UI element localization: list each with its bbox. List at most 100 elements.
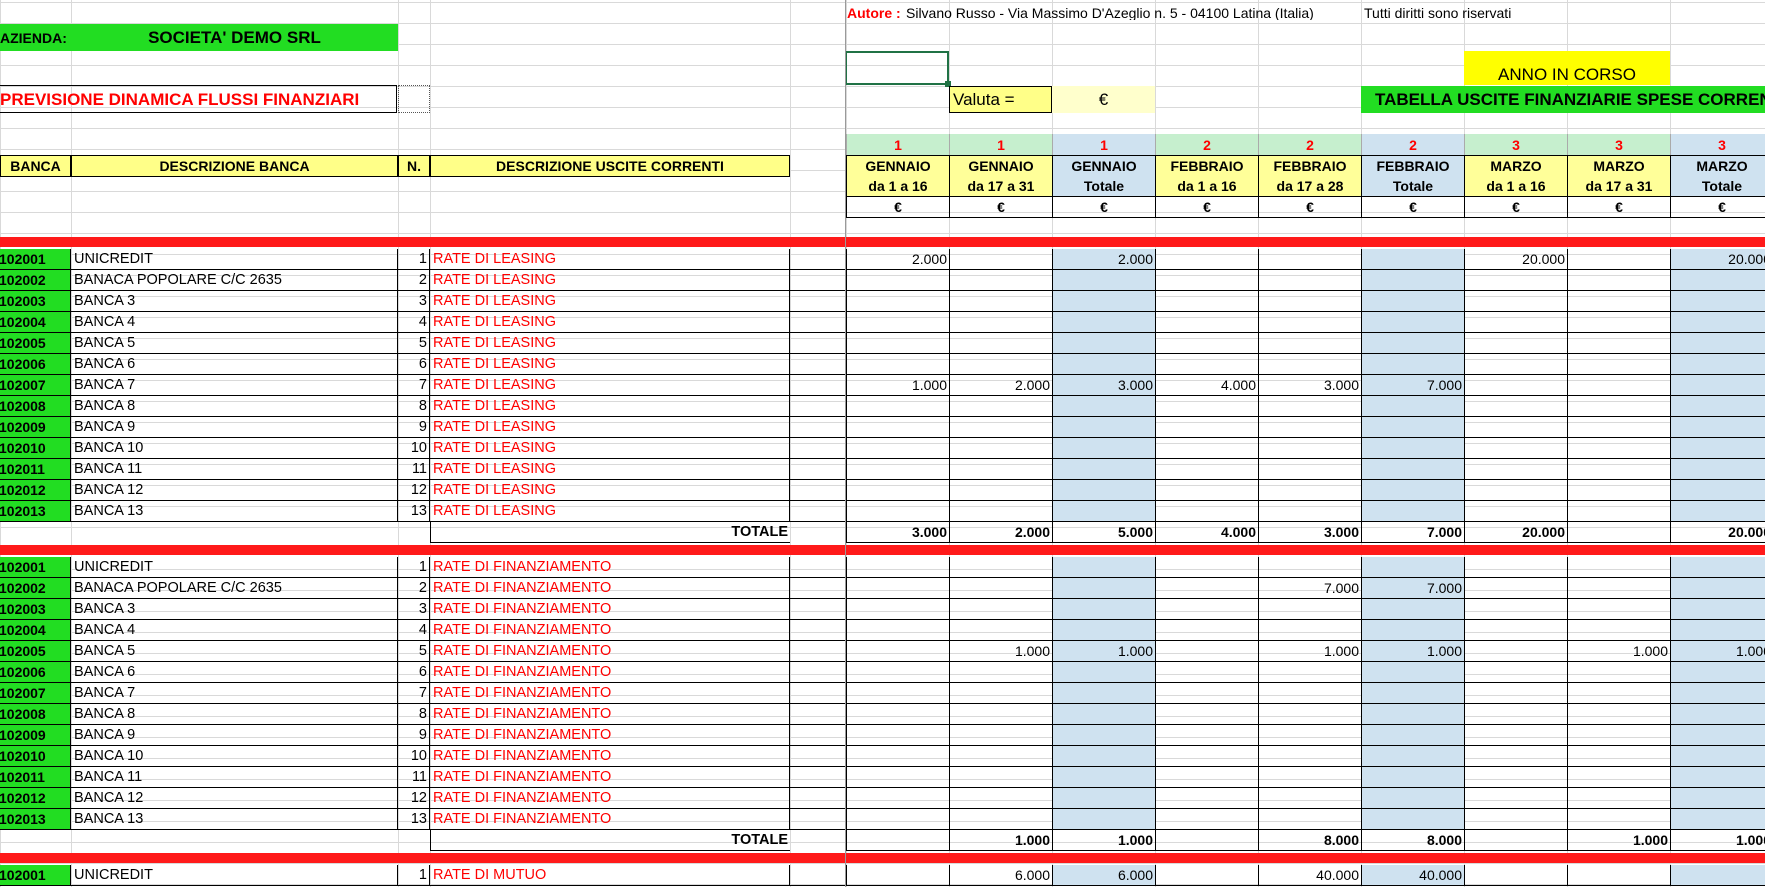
value-cell[interactable] bbox=[846, 312, 949, 333]
value-cell[interactable] bbox=[1464, 865, 1567, 886]
value-cell[interactable]: 2.000 bbox=[846, 249, 949, 270]
value-cell[interactable] bbox=[1670, 354, 1765, 375]
value-cell[interactable] bbox=[846, 396, 949, 417]
value-cell[interactable] bbox=[949, 312, 1052, 333]
value-cell[interactable] bbox=[846, 725, 949, 746]
value-cell[interactable] bbox=[1464, 312, 1567, 333]
value-cell[interactable] bbox=[846, 809, 949, 830]
value-cell[interactable]: 3.000 bbox=[1258, 375, 1361, 396]
value-cell[interactable] bbox=[1464, 480, 1567, 501]
value-cell[interactable] bbox=[1155, 620, 1258, 641]
value-cell[interactable] bbox=[1155, 746, 1258, 767]
value-cell[interactable] bbox=[1464, 767, 1567, 788]
value-cell[interactable] bbox=[1052, 501, 1155, 522]
value-cell[interactable] bbox=[1052, 683, 1155, 704]
value-cell[interactable] bbox=[846, 865, 949, 886]
value-cell[interactable] bbox=[949, 480, 1052, 501]
value-cell[interactable] bbox=[1567, 249, 1670, 270]
value-cell[interactable] bbox=[1567, 480, 1670, 501]
value-cell[interactable] bbox=[1670, 291, 1765, 312]
value-cell[interactable] bbox=[846, 788, 949, 809]
value-cell[interactable] bbox=[1567, 683, 1670, 704]
value-cell[interactable] bbox=[1052, 438, 1155, 459]
value-cell[interactable] bbox=[1155, 704, 1258, 725]
value-cell[interactable] bbox=[1052, 417, 1155, 438]
value-cell[interactable] bbox=[1464, 459, 1567, 480]
value-cell[interactable] bbox=[1052, 333, 1155, 354]
value-cell[interactable] bbox=[1567, 270, 1670, 291]
value-cell[interactable] bbox=[1155, 312, 1258, 333]
value-cell[interactable] bbox=[1155, 809, 1258, 830]
value-cell[interactable]: 20.000 bbox=[1464, 249, 1567, 270]
value-cell[interactable]: 6.000 bbox=[949, 865, 1052, 886]
value-cell[interactable] bbox=[1052, 662, 1155, 683]
value-cell[interactable] bbox=[949, 270, 1052, 291]
value-cell[interactable] bbox=[1464, 354, 1567, 375]
value-cell[interactable] bbox=[846, 683, 949, 704]
value-cell[interactable] bbox=[1567, 557, 1670, 578]
value-cell[interactable] bbox=[1361, 333, 1464, 354]
value-cell[interactable] bbox=[1258, 683, 1361, 704]
value-cell[interactable] bbox=[1258, 767, 1361, 788]
value-cell[interactable] bbox=[1464, 641, 1567, 662]
value-cell[interactable] bbox=[846, 767, 949, 788]
value-cell[interactable] bbox=[1670, 865, 1765, 886]
value-cell[interactable] bbox=[1361, 438, 1464, 459]
value-cell[interactable] bbox=[846, 662, 949, 683]
value-cell[interactable]: 1.000 bbox=[846, 375, 949, 396]
value-cell[interactable] bbox=[1567, 375, 1670, 396]
value-cell[interactable] bbox=[1052, 578, 1155, 599]
value-cell[interactable] bbox=[1670, 767, 1765, 788]
value-cell[interactable] bbox=[1052, 788, 1155, 809]
value-cell[interactable] bbox=[1052, 746, 1155, 767]
value-cell[interactable] bbox=[1567, 354, 1670, 375]
value-cell[interactable] bbox=[1258, 480, 1361, 501]
value-cell[interactable] bbox=[846, 578, 949, 599]
value-cell[interactable] bbox=[1670, 809, 1765, 830]
value-cell[interactable] bbox=[949, 249, 1052, 270]
value-cell[interactable] bbox=[846, 333, 949, 354]
value-cell[interactable]: 20.000 bbox=[1670, 249, 1765, 270]
value-cell[interactable] bbox=[1464, 683, 1567, 704]
value-cell[interactable] bbox=[846, 501, 949, 522]
value-cell[interactable] bbox=[1155, 291, 1258, 312]
value-cell[interactable] bbox=[846, 599, 949, 620]
value-cell[interactable] bbox=[1670, 599, 1765, 620]
value-cell[interactable] bbox=[1567, 578, 1670, 599]
value-cell[interactable] bbox=[1670, 459, 1765, 480]
value-cell[interactable] bbox=[1155, 480, 1258, 501]
value-cell[interactable] bbox=[1155, 725, 1258, 746]
value-cell[interactable] bbox=[1464, 557, 1567, 578]
value-cell[interactable] bbox=[1258, 459, 1361, 480]
value-cell[interactable] bbox=[1052, 459, 1155, 480]
value-cell[interactable] bbox=[1670, 725, 1765, 746]
value-cell[interactable] bbox=[1155, 662, 1258, 683]
value-cell[interactable] bbox=[1464, 809, 1567, 830]
value-cell[interactable] bbox=[1464, 746, 1567, 767]
value-cell[interactable] bbox=[949, 578, 1052, 599]
selected-cell[interactable] bbox=[845, 51, 949, 85]
value-cell[interactable] bbox=[1258, 501, 1361, 522]
value-cell[interactable] bbox=[1464, 788, 1567, 809]
value-cell[interactable] bbox=[1670, 788, 1765, 809]
value-cell[interactable] bbox=[1258, 438, 1361, 459]
value-cell[interactable] bbox=[1258, 557, 1361, 578]
value-cell[interactable] bbox=[949, 662, 1052, 683]
value-cell[interactable] bbox=[1464, 599, 1567, 620]
value-cell[interactable] bbox=[1258, 746, 1361, 767]
value-cell[interactable] bbox=[949, 704, 1052, 725]
value-cell[interactable] bbox=[1361, 291, 1464, 312]
value-cell[interactable] bbox=[949, 599, 1052, 620]
value-cell[interactable]: 3.000 bbox=[1052, 375, 1155, 396]
value-cell[interactable] bbox=[1670, 480, 1765, 501]
value-cell[interactable] bbox=[1464, 270, 1567, 291]
value-cell[interactable] bbox=[1670, 501, 1765, 522]
value-cell[interactable] bbox=[1567, 417, 1670, 438]
value-cell[interactable] bbox=[1464, 501, 1567, 522]
value-cell[interactable] bbox=[1155, 249, 1258, 270]
value-cell[interactable] bbox=[1155, 417, 1258, 438]
value-cell[interactable] bbox=[1567, 704, 1670, 725]
value-cell[interactable] bbox=[1258, 788, 1361, 809]
value-cell[interactable] bbox=[1361, 501, 1464, 522]
value-cell[interactable] bbox=[1155, 683, 1258, 704]
